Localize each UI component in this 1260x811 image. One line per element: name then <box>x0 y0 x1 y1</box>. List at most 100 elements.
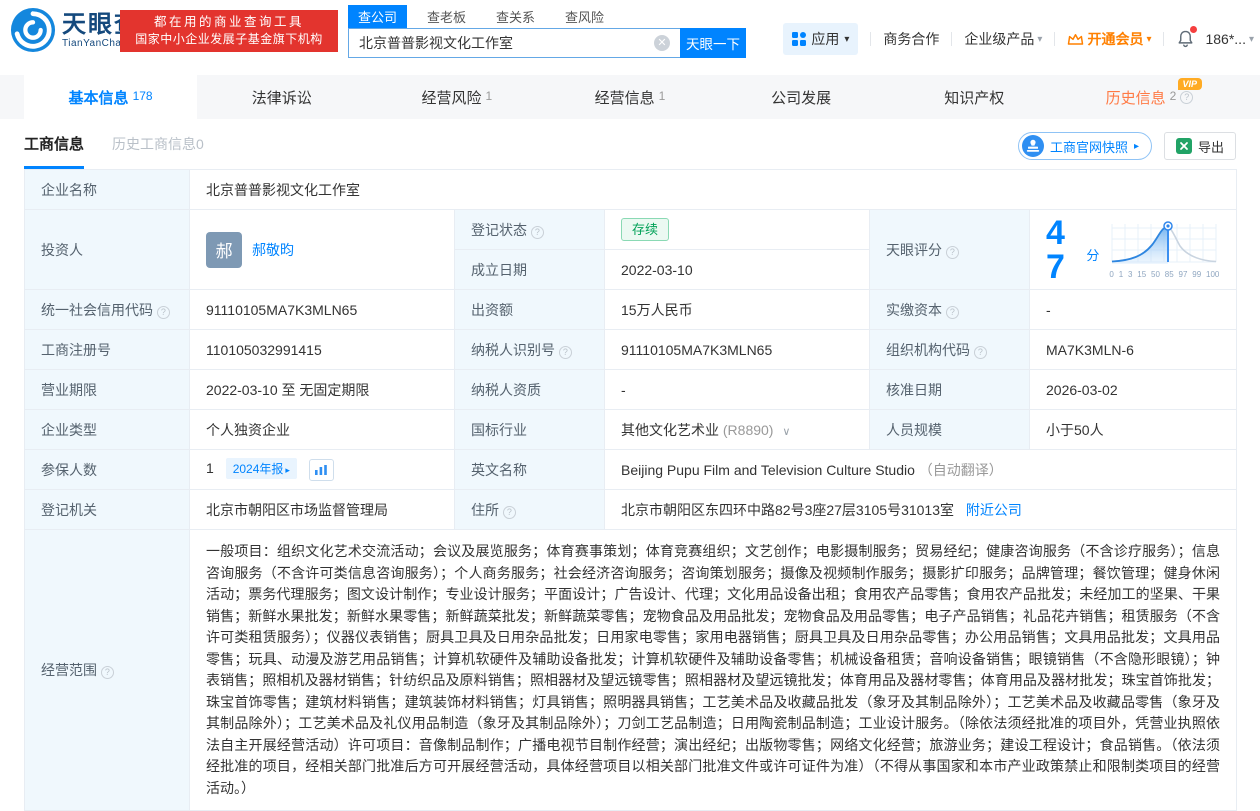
nearby-companies-link[interactable]: 附近公司 <box>966 502 1022 518</box>
approval-date-value: 2026-03-02 <box>1030 370 1237 410</box>
tab-company-development[interactable]: 公司发展 <box>717 75 890 119</box>
search-area: 查公司 查老板 查关系 查风险 ✕ 天眼一下 <box>348 5 746 58</box>
contribution-value: 15万人民币 <box>605 290 870 330</box>
vip-membership-link[interactable]: 开通会员 ▾ <box>1067 29 1151 49</box>
taxpayer-id-label: 纳税人识别号 ? <box>455 330 605 370</box>
business-info-table: 企业名称 北京普普影视文化工作室 投资人 郝 郝敬昀 登记状态 ? 存续 天眼评… <box>24 169 1237 811</box>
vip-label: 开通会员 <box>1087 29 1143 49</box>
score-distribution-chart: 01 315 5085 9799 100 <box>1109 220 1220 279</box>
help-icon[interactable]: ? <box>101 666 114 679</box>
help-icon[interactable]: ? <box>157 306 170 319</box>
user-phone: 186*... <box>1205 31 1245 47</box>
search-button[interactable]: 天眼一下 <box>680 28 746 58</box>
table-row: 企业类型 个人独资企业 国标行业 其他文化艺术业 (R8890) ∨ 人员规模 … <box>25 410 1237 450</box>
help-icon[interactable]: ? <box>503 506 516 519</box>
industry-label: 国标行业 <box>455 410 605 450</box>
tab-label: 基本信息 <box>69 87 129 108</box>
status-badge: 存续 <box>621 218 669 241</box>
export-button[interactable]: 导出 <box>1164 132 1236 160</box>
chevron-down-icon[interactable]: ∨ <box>782 426 790 438</box>
excel-icon <box>1176 138 1192 154</box>
tab-legal-proceedings[interactable]: 法律诉讼 <box>197 75 370 119</box>
search-tab-relation[interactable]: 查关系 <box>486 5 545 28</box>
investor-label: 投资人 <box>25 210 190 290</box>
top-nav: 应用 ▾ 商务合作 企业级产品 ▾ 开通会员 ▾ 186*... <box>783 23 1254 55</box>
staff-size-value: 小于50人 <box>1030 410 1237 450</box>
score-unit: 分 <box>1086 245 1099 264</box>
reg-authority-label: 登记机关 <box>25 490 190 530</box>
english-name-value: Beijing Pupu Film and Television Culture… <box>605 450 1237 490</box>
taxpayer-quality-label: 纳税人资质 <box>455 370 605 410</box>
business-cooperation-link[interactable]: 商务合作 <box>883 29 939 49</box>
slogan-line2: 国家中小企业发展子基金旗下机构 <box>120 31 338 48</box>
notifications-bell-icon[interactable] <box>1176 29 1195 49</box>
table-row: 企业名称 北京普普影视文化工作室 <box>25 170 1237 210</box>
chevron-down-icon: ▾ <box>844 34 849 45</box>
clear-search-icon[interactable]: ✕ <box>654 35 670 51</box>
stamp-icon <box>1022 135 1044 157</box>
help-icon[interactable]: ? <box>559 346 572 359</box>
tyc-score-label: 天眼评分 ? <box>870 210 1030 290</box>
table-row: 工商注册号 110105032991415 纳税人识别号 ? 91110105M… <box>25 330 1237 370</box>
tab-basic-info[interactable]: 基本信息 178 <box>24 75 197 119</box>
annual-report-badge[interactable]: 2024年报▸ <box>226 458 297 479</box>
establish-date-label: 成立日期 <box>455 250 605 290</box>
enterprise-products-label: 企业级产品 <box>964 29 1034 49</box>
search-input[interactable] <box>348 28 680 58</box>
investor-name-link[interactable]: 郝敬昀 <box>252 240 294 260</box>
search-tab-company[interactable]: 查公司 <box>348 5 407 28</box>
credit-code-value: 91110105MA7K3MLN65 <box>190 290 455 330</box>
tab-operating-info[interactable]: 经营信息 1 <box>543 75 716 119</box>
nav-divider <box>1054 32 1055 46</box>
help-icon[interactable]: ? <box>531 226 544 239</box>
investor-avatar[interactable]: 郝 <box>206 232 242 268</box>
tab-operating-risk[interactable]: 经营风险 1 <box>370 75 543 119</box>
nav-divider <box>870 32 871 46</box>
table-row: 统一社会信用代码 ? 91110105MA7K3MLN65 出资额 15万人民币… <box>25 290 1237 330</box>
approval-date-label: 核准日期 <box>870 370 1030 410</box>
tab-label: 经营信息 <box>595 87 655 108</box>
gov-snapshot-button[interactable]: 工商官网快照 ▸ <box>1018 132 1152 160</box>
subtab-history-business-info[interactable]: 历史工商信息0 <box>112 123 204 169</box>
reg-authority-value: 北京市朝阳区市场监督管理局 <box>190 490 455 530</box>
staff-size-label: 人员规模 <box>870 410 1030 450</box>
apps-menu[interactable]: 应用 ▾ <box>783 23 858 55</box>
apps-grid-icon <box>792 32 806 46</box>
help-icon[interactable]: ? <box>946 306 959 319</box>
establish-date-value: 2022-03-10 <box>605 250 870 290</box>
help-icon[interactable]: ? <box>974 346 987 359</box>
reg-number-value: 110105032991415 <box>190 330 455 370</box>
crown-icon <box>1067 33 1084 46</box>
nav-divider <box>1163 32 1164 46</box>
table-row: 登记机关 北京市朝阳区市场监督管理局 住所 ? 北京市朝阳区东四环中路82号3座… <box>25 490 1237 530</box>
help-icon[interactable]: ? <box>1180 91 1193 104</box>
user-account-menu[interactable]: 186*... ▾ <box>1205 31 1254 47</box>
address-label: 住所 ? <box>455 490 605 530</box>
paid-in-capital-value: - <box>1030 290 1237 330</box>
search-tab-boss[interactable]: 查老板 <box>417 5 476 28</box>
arrow-right-icon: ▸ <box>285 465 290 475</box>
vip-badge: VIP <box>1178 78 1202 90</box>
tab-label: 知识产权 <box>944 87 1004 108</box>
contribution-label: 出资额 <box>455 290 605 330</box>
tab-label: 经营风险 <box>422 87 482 108</box>
auto-translate-note: （自动翻译） <box>919 462 1003 478</box>
subtab-business-info[interactable]: 工商信息 <box>24 123 84 169</box>
industry-code: (R8890) <box>723 422 774 438</box>
company-name-value: 北京普普影视文化工作室 <box>190 170 1237 210</box>
tyc-score-value[interactable]: 47 分 <box>1030 210 1237 290</box>
apps-label: 应用 <box>811 29 839 49</box>
help-icon[interactable]: ? <box>946 246 959 259</box>
tab-label: 法律诉讼 <box>252 87 312 108</box>
enterprise-products-menu[interactable]: 企业级产品 ▾ <box>964 29 1042 49</box>
tab-count: 1 <box>486 89 493 103</box>
tab-intellectual-property[interactable]: 知识产权 <box>890 75 1063 119</box>
tab-count: 178 <box>133 89 153 103</box>
annual-report-chart-icon[interactable] <box>309 459 334 481</box>
nav-divider <box>951 32 952 46</box>
reg-status-value: 存续 <box>605 210 870 250</box>
main-tabs-bar: 基本信息 178 法律诉讼 经营风险 1 经营信息 1 公司发展 知识产权 VI… <box>0 75 1260 119</box>
business-scope-label: 经营范围 ? <box>25 530 190 811</box>
search-tab-risk[interactable]: 查风险 <box>555 5 614 28</box>
tab-history-info[interactable]: VIP 历史信息 2 ? <box>1063 75 1236 119</box>
